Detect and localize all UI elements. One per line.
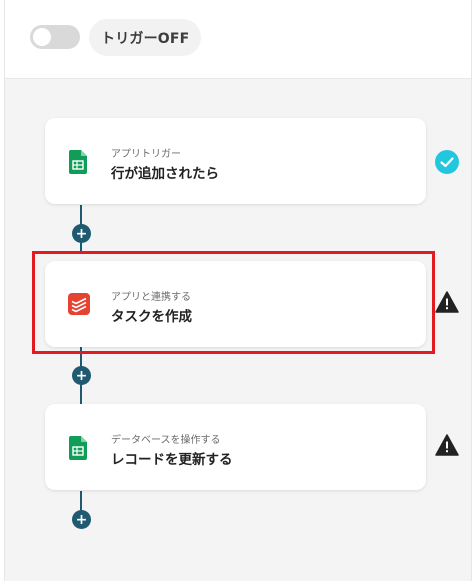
step-type-label: データベースを操作する — [111, 435, 221, 446]
step-type-label: アプリトリガー — [111, 149, 181, 160]
flow-step-card[interactable]: アプリトリガー 行が追加されたら — [45, 118, 426, 204]
warning-icon — [435, 291, 459, 313]
check-circle-icon — [435, 150, 459, 174]
step-title: レコードを更新する — [111, 452, 233, 468]
selection-highlight — [32, 251, 435, 354]
trigger-toggle[interactable] — [30, 25, 80, 49]
toggle-knob — [33, 28, 51, 46]
plus-icon: + — [75, 367, 88, 384]
add-step-button[interactable]: + — [72, 510, 91, 529]
plus-icon: + — [75, 511, 88, 528]
flow-header: トリガーOFF — [5, 0, 471, 79]
google-sheets-icon — [69, 150, 87, 174]
google-sheets-icon — [69, 436, 87, 460]
trigger-status-label: トリガーOFF — [89, 19, 202, 56]
step-title: 行が追加されたら — [111, 166, 219, 182]
add-step-button[interactable]: + — [72, 224, 91, 243]
add-step-button[interactable]: + — [72, 366, 91, 385]
plus-icon: + — [75, 225, 88, 242]
flow-step-card[interactable]: データベースを操作する レコードを更新する — [45, 404, 426, 490]
warning-icon — [435, 434, 459, 456]
